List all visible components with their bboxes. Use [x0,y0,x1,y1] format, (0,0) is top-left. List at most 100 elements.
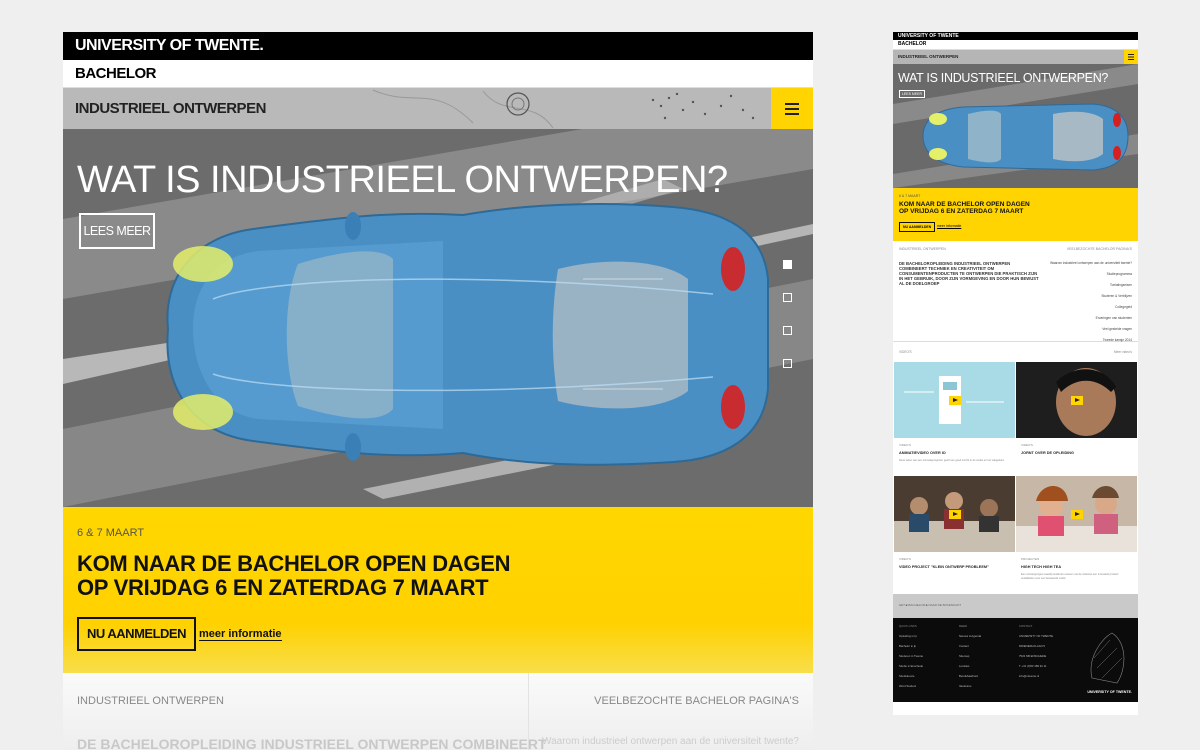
video-title[interactable]: ANIMATIEVIDEO OVER IO [899,451,946,455]
popular-link[interactable]: Collegegeld [1050,305,1132,309]
popular-link[interactable]: Studeren & Verblijven [1050,294,1132,298]
video-thumbnail[interactable] [894,476,1015,552]
footer-address: DRIENERLOLAAN 5 [1019,644,1045,648]
popular-link[interactable]: Ervaringen van studenten [1050,316,1132,320]
video-thumbnail[interactable] [1016,476,1137,552]
footer-link[interactable]: Bachelor in Ip [899,644,923,648]
mobile-hero: WAT IS INDUSTRIEEL ONTWERPEN? LEES MEER [893,64,1138,188]
footer-link[interactable]: Vacatures [959,684,981,688]
play-icon[interactable] [949,510,961,519]
mobile-more-info-link[interactable]: meer informatie [937,224,961,228]
promo-title-line-2: OP VRIJDAG 6 EN ZATERDAG 7 MAART [77,575,489,600]
mobile-promo-title-line-2: OP VRIJDAG 6 EN ZATERDAG 7 MAART [899,208,1024,215]
mobile-popular-links: Waarom industrieel ontwerpen aan de univ… [1050,261,1132,349]
footer-heading: MEER [959,624,968,628]
mobile-promo: 6 & 7 MAART KOM NAAR DE BACHELOR OPEN DA… [893,188,1138,241]
footer-link[interactable]: Bereikbaarheid [959,674,981,678]
popular-link[interactable]: Veel gestelde vragen [1050,327,1132,331]
university-bar[interactable]: UNIVERSITY OF TWENTE. [63,32,813,60]
mobile-intro-text: DE BACHELOROPLEIDING INDUSTRIEEL ONTWERP… [899,261,1039,286]
more-videos-link[interactable]: Meer video's [1114,350,1132,354]
hamburger-icon [1128,54,1134,60]
hero-slider: WAT IS INDUSTRIEEL ONTWERPEN? LEES MEER [63,129,813,507]
footer-link[interactable]: Studiekeuze [899,674,923,678]
video-tag: VIDEO'S [899,443,911,447]
slider-pagination [783,260,792,392]
breadcrumb[interactable]: HET ■ BACHELOR ■ NAAR DE BOVENKANT [899,603,961,607]
mobile-read-more-button[interactable]: LEES MEER [899,90,926,98]
level-bar[interactable]: BACHELOR [63,60,813,88]
popular-page-link[interactable]: Waarom industrieel ontwerpen aan de univ… [542,736,799,747]
intro-section: INDUSTRIEEL ONTWERPEN VEELBEZOCHTE BACHE… [63,673,813,750]
sketch-pattern [372,89,755,129]
video-tag: VIDEO'S [1021,443,1033,447]
video-title[interactable]: VIDEO PROJECT "KLEIN ONTWERP PROBLEEM" [899,565,989,569]
video-card[interactable]: VIDEO'S VIDEO PROJECT "KLEIN ONTWERP PRO… [894,552,1015,590]
mobile-promo-title-line-1: KOM NAAR DE BACHELOR OPEN DAGEN [899,201,1030,208]
video-card[interactable]: VIDEO'S JORNT OVER DE OPLEIDING [1016,438,1137,476]
mobile-mockup: UNIVERSITY OF TWENTE BACHELOR INDUSTRIEE… [893,32,1138,715]
footer-link[interactable]: Sitemap [959,654,981,658]
play-icon[interactable] [1071,396,1083,405]
popular-link[interactable]: Waarom industrieel ontwerpen aan de univ… [1050,261,1132,265]
read-more-button[interactable]: LEES MEER [79,213,155,249]
mobile-programme-title[interactable]: INDUSTRIEEL ONTWERPEN [898,54,958,59]
promo-title-line-1: KOM NAAR DE BACHELOR OPEN DAGEN [77,551,511,576]
footer-column-2: MEER Nieuws & Agenda Contact Sitemap Loc… [959,624,981,694]
popular-link[interactable]: Toelatingseisen [1050,283,1132,287]
footer-address: UNIVERSITY OF TWENTE [1019,634,1053,638]
play-icon[interactable] [949,396,961,405]
footer-brand: UNIVERSITY OF TWENTE. [1087,690,1132,694]
video-thumbnail[interactable] [894,362,1015,438]
footer-link[interactable]: Contact [959,644,981,648]
open-day-promo: 6 & 7 MAART KOM NAAR DE BACHELOR OPEN DA… [63,507,813,673]
mobile-popular-label: VEELBEZOCHTE BACHELOR PAGINA'S [1066,247,1132,251]
play-icon[interactable] [1071,510,1083,519]
programme-bar: INDUSTRIEEL ONTWERPEN [63,88,813,129]
footer-link[interactable]: Studeren in Twente [899,654,923,658]
video-thumbnail[interactable] [1016,362,1137,438]
register-button[interactable]: NU AANMELDEN [77,617,196,651]
footer-link[interactable]: Nieuws & Agenda [959,634,981,638]
mobile-register-button[interactable]: NU AANMELDEN [899,222,936,232]
slider-dot-3[interactable] [783,326,792,335]
slider-dot-2[interactable] [783,293,792,302]
popular-link[interactable]: Studieprogramma [1050,272,1132,276]
sketch-icon [1090,632,1125,684]
back-to-top-strip[interactable]: HET ■ BACHELOR ■ NAAR DE BOVENKANT [893,594,1138,618]
footer: QUICK LINKS Opleiding in Ip Bachelor in … [893,618,1138,702]
mobile-programme-bar: INDUSTRIEEL ONTWERPEN [893,50,1138,64]
video-card[interactable]: VIDEO'S ANIMATIEVIDEO OVER IO Deze video… [894,438,1015,476]
desktop-mockup: UNIVERSITY OF TWENTE. BACHELOR INDUSTRIE… [63,32,813,750]
mobile-intro-label: INDUSTRIEEL ONTWERPEN [899,247,946,251]
video-title[interactable]: HIGH TECH HIGH TEA [1021,565,1061,569]
more-info-link[interactable]: meer informatie [199,628,282,641]
video-card[interactable]: PROJECTEN HIGH TECH HIGH TEA Een ontwerp… [1016,552,1137,590]
slider-dot-4[interactable] [783,359,792,368]
footer-link[interactable]: Studie in Enschede [899,664,923,668]
videos-label: VIDEO'S [899,350,912,354]
footer-heading: QUICK LINKS [899,624,917,628]
video-title[interactable]: JORNT OVER DE OPLEIDING [1021,451,1074,455]
promo-date: 6 & 7 MAART [77,527,145,539]
footer-column-3: CONTACT UNIVERSITY OF TWENTE DRIENERLOLA… [1019,624,1053,684]
mobile-menu-button[interactable] [1124,50,1138,64]
mobile-level-bar[interactable]: BACHELOR [893,40,1138,50]
popular-pages-label: VEELBEZOCHTE BACHELOR PAGINA'S [594,695,799,707]
footer-column-1: QUICK LINKS Opleiding in Ip Bachelor in … [899,624,923,694]
footer-address: T +31 (0)53 489 91 11 [1019,664,1047,668]
footer-link[interactable]: Word Student [899,684,923,688]
video-text: Een ontwerpproject waarbij studenten sam… [1021,573,1119,580]
slider-dot-1[interactable] [783,260,792,269]
footer-address[interactable]: info@utwente.nl [1019,674,1053,678]
footer-link[interactable]: Opleiding in Ip [899,634,923,638]
programme-title[interactable]: INDUSTRIEEL ONTWERPEN [75,100,266,117]
footer-address: 7522 NB ENSCHEDE [1019,654,1047,658]
video-text: Deze video van een animatieprojecten gee… [899,459,1005,462]
intro-label: INDUSTRIEEL ONTWERPEN [77,695,224,707]
menu-button[interactable] [771,88,813,129]
mobile-promo-title: KOM NAAR DE BACHELOR OPEN DAGEN OP VRIJD… [899,201,1030,215]
mobile-university-bar[interactable]: UNIVERSITY OF TWENTE [893,32,1138,40]
footer-link[interactable]: Locaties [959,664,981,668]
intro-text: DE BACHELOROPLEIDING INDUSTRIEEL ONTWERP… [77,736,547,750]
